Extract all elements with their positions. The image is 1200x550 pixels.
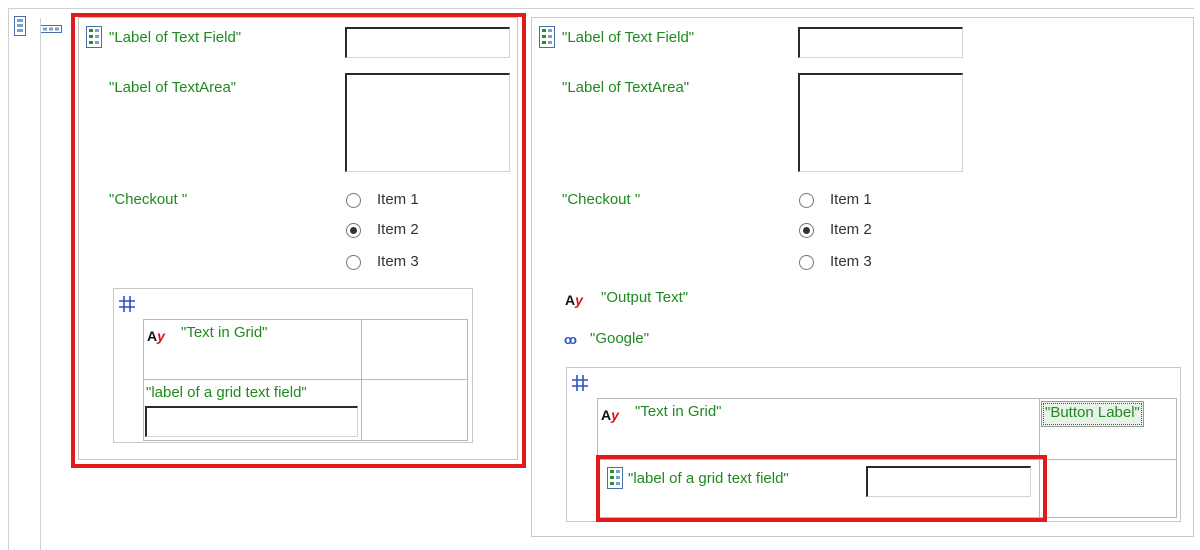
form-layout-icon <box>539 26 555 48</box>
radio-item-2-label: Item 2 <box>830 221 872 238</box>
text-area-label: "Label of TextArea" <box>562 79 690 96</box>
text-area-input[interactable] <box>798 73 963 172</box>
page-frame-top <box>8 8 1194 9</box>
text-field-input[interactable] <box>798 27 963 58</box>
output-text: "Output Text" <box>601 289 689 306</box>
radio-item-1-label: Item 1 <box>830 191 872 208</box>
checkout-label: "Checkout " <box>562 191 641 208</box>
highlight-box-right <box>596 455 1047 522</box>
hyperlink-icon: oo <box>564 332 577 347</box>
google-link[interactable]: "Google" <box>590 330 649 348</box>
form-layout-icon[interactable] <box>14 16 26 36</box>
output-text-icon: Ay <box>601 407 619 423</box>
outer-container-right-border <box>40 18 41 550</box>
panel-group-icon[interactable] <box>40 25 62 33</box>
grid-hash-icon[interactable] <box>571 374 589 392</box>
radio-item-3-label: Item 3 <box>830 253 872 270</box>
radio-item-3[interactable] <box>799 255 814 270</box>
button-label-button[interactable]: "Button Label" <box>1041 401 1144 427</box>
page-frame-left <box>8 8 9 550</box>
output-text-icon: Ay <box>565 292 583 308</box>
highlight-box-left <box>71 13 526 468</box>
radio-item-1[interactable] <box>799 193 814 208</box>
grid-output-text: "Text in Grid" <box>635 403 722 420</box>
text-field-label: "Label of Text Field" <box>562 29 695 46</box>
radio-item-2[interactable] <box>799 223 814 238</box>
